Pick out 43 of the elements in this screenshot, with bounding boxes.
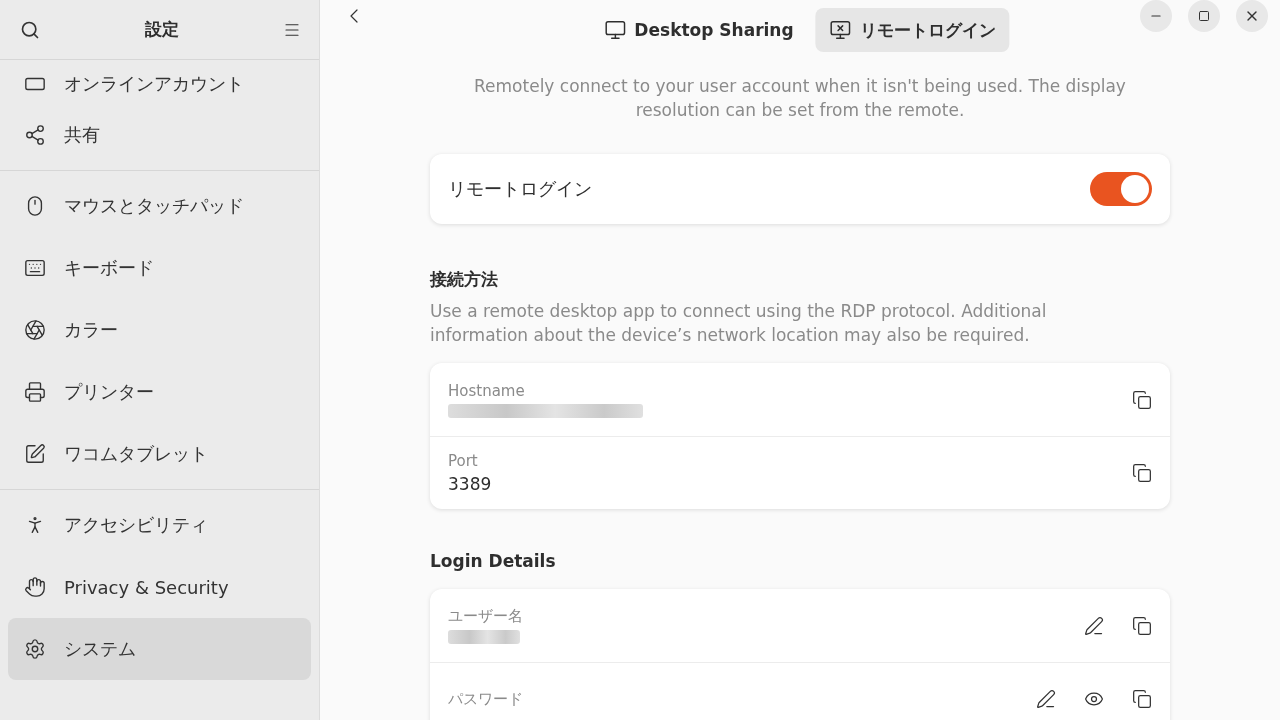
pencil-icon[interactable] bbox=[1084, 615, 1104, 636]
sidebar-item[interactable]: アクセシビリティ bbox=[8, 494, 311, 556]
field-label: パスワード bbox=[448, 689, 524, 709]
field-label: ユーザー名 bbox=[448, 607, 524, 626]
search-icon[interactable] bbox=[20, 19, 40, 40]
monitor-icon bbox=[604, 19, 627, 41]
tab[interactable]: リモートログイン bbox=[815, 8, 1010, 52]
sidebar-item[interactable]: キーボード bbox=[8, 237, 311, 299]
maximize-button[interactable] bbox=[1188, 0, 1220, 32]
sidebar-item[interactable]: Privacy & Security bbox=[8, 556, 311, 618]
pencil-icon[interactable] bbox=[1036, 689, 1056, 709]
copy-icon[interactable] bbox=[1132, 389, 1152, 410]
monitor-icon bbox=[829, 19, 852, 41]
field-value: 3389 bbox=[448, 474, 493, 494]
field-label: Hostname bbox=[448, 381, 526, 400]
sidebar-item[interactable]: オンラインアカウント bbox=[8, 64, 311, 104]
copy-icon[interactable] bbox=[1132, 463, 1152, 483]
section-title: Login Details bbox=[430, 551, 557, 571]
sidebar-item[interactable]: システム bbox=[8, 618, 311, 680]
sidebar-item[interactable]: カラー bbox=[8, 299, 311, 361]
section-description: Use a remote desktop app to connect using the RDP protocol. Additional information about the device’s network location may also be required. bbox=[430, 300, 1048, 347]
color-wheel-icon bbox=[24, 319, 46, 341]
section-title: 接続方法 bbox=[430, 268, 499, 291]
toggle-label: リモートログイン bbox=[448, 177, 592, 201]
close-button[interactable] bbox=[1236, 0, 1268, 32]
sidebar-item[interactable]: プリンター bbox=[8, 361, 311, 423]
sidebar-item[interactable]: ワコムタブレット bbox=[8, 423, 311, 485]
maximize-icon bbox=[1198, 10, 1210, 22]
sidebar-item[interactable]: マウスとタッチパッド bbox=[8, 175, 311, 237]
tab[interactable]: Desktop Sharing bbox=[590, 8, 808, 52]
gear-icon bbox=[24, 638, 46, 660]
sidebar-item[interactable]: 共有 bbox=[8, 104, 311, 166]
printer-icon bbox=[24, 381, 46, 403]
field-label: Port bbox=[448, 452, 479, 470]
copy-icon[interactable] bbox=[1132, 615, 1152, 636]
keyboard-icon bbox=[24, 257, 46, 279]
toggle-switch[interactable] bbox=[1090, 172, 1152, 206]
share-icon bbox=[24, 124, 46, 146]
hand-icon bbox=[24, 576, 46, 598]
copy-icon[interactable] bbox=[1132, 689, 1152, 709]
intro-text: Remotely connect to your user account when it isn't being used. The display resolution can be set from the remote. bbox=[473, 75, 1127, 122]
sidebar-title: 設定 bbox=[144, 18, 179, 41]
tablet-pen-icon bbox=[24, 443, 46, 465]
